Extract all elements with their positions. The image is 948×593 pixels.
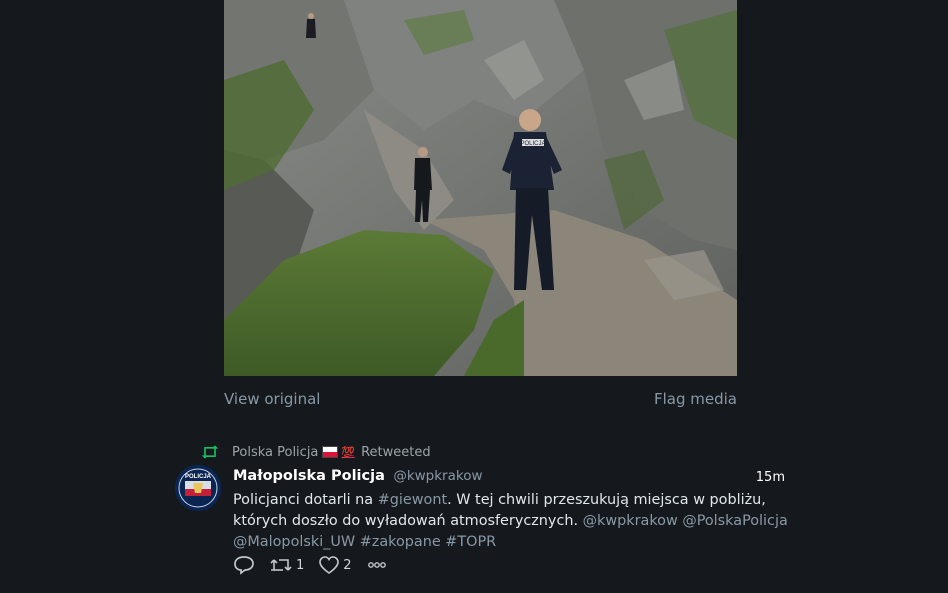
display-name[interactable]: Małopolska Policja [233, 468, 385, 484]
flag-media-link[interactable]: Flag media [654, 390, 737, 408]
retweet-count: 1 [296, 557, 305, 573]
tweet-text-part: Policjanci dotarli na [233, 492, 378, 508]
user-handle[interactable]: @kwpkrakow [393, 468, 482, 484]
reply-icon [234, 556, 254, 575]
like-button[interactable]: 2 [318, 555, 352, 575]
retweet-icon [270, 559, 292, 571]
tweet-header: Małopolska Policja @kwpkrakow 15m [233, 468, 788, 488]
more-icon [367, 562, 386, 568]
tweet-actions: 1 2 [233, 555, 402, 575]
mention-link[interactable]: @PolskaPolicja [682, 513, 787, 529]
police-badge-avatar: POLICJA [175, 465, 221, 511]
avatar-badge-label: POLICJA [185, 474, 212, 480]
retweet-context: Polska Policja 💯 Retweeted [200, 442, 431, 462]
tweet-text: Policjanci dotarli na #giewont. W tej ch… [233, 490, 788, 553]
heart-icon [319, 556, 340, 574]
reply-button[interactable] [233, 555, 255, 575]
view-original-link[interactable]: View original [224, 390, 320, 408]
retweeter-name[interactable]: Polska Policja [232, 445, 318, 460]
mention-link[interactable]: @Malopolski_UW [233, 534, 355, 550]
hashtag-link[interactable]: #giewont [378, 492, 447, 508]
police-vest-label: POLICJA [520, 141, 545, 147]
hashtag-link[interactable]: #zakopane [360, 534, 441, 550]
retweeted-label: Retweeted [361, 444, 431, 460]
tweet-media-image[interactable]: POLICJA [224, 0, 737, 376]
hundred-emoji: 💯 [341, 445, 356, 459]
avatar[interactable]: POLICJA [175, 465, 221, 511]
hashtag-link[interactable]: #TOPR [445, 534, 496, 550]
more-button[interactable] [366, 555, 388, 575]
media-actions: View original Flag media [224, 390, 737, 414]
poland-flag-icon [322, 446, 339, 458]
like-count: 2 [343, 557, 352, 573]
retweet-icon [201, 445, 219, 459]
tweet-timestamp[interactable]: 15m [756, 470, 785, 485]
retweet-button[interactable]: 1 [269, 555, 304, 575]
tweet: Małopolska Policja @kwpkrakow 15m Policj… [233, 468, 788, 553]
mountain-photo: POLICJA [224, 0, 737, 376]
mention-link[interactable]: @kwpkrakow [583, 513, 678, 529]
